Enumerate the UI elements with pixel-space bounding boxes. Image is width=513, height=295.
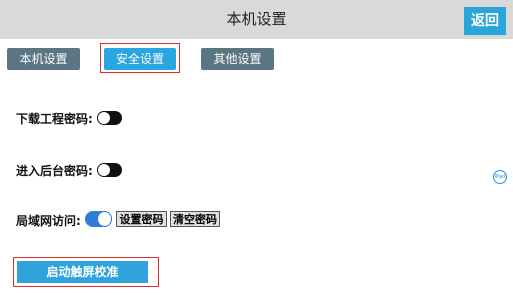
toggle-knob	[98, 112, 110, 124]
tab-local-settings[interactable]: 本机设置	[7, 48, 80, 70]
lan-access-label: 局域网访问:	[16, 214, 81, 228]
download-password-label: 下载工程密码:	[16, 112, 93, 126]
floating-pad-icon[interactable]: iPad	[493, 170, 507, 184]
tab-security-settings[interactable]: 安全设置	[104, 48, 176, 70]
set-password-button[interactable]: 设置密码	[116, 211, 167, 227]
clear-password-button[interactable]: 清空密码	[170, 211, 220, 227]
backend-password-label: 进入后台密码:	[16, 164, 93, 178]
start-touch-calibration-button[interactable]: 启动触屏校准	[17, 261, 148, 283]
lan-access-toggle[interactable]	[85, 211, 112, 227]
tab-other-settings[interactable]: 其他设置	[201, 48, 274, 70]
page-title: 本机设置	[226, 10, 287, 28]
toggle-knob	[97, 211, 112, 227]
download-password-toggle[interactable]	[97, 111, 122, 125]
backend-password-toggle[interactable]	[97, 163, 122, 177]
toggle-knob	[98, 164, 110, 176]
back-button[interactable]: 返回	[464, 7, 506, 35]
